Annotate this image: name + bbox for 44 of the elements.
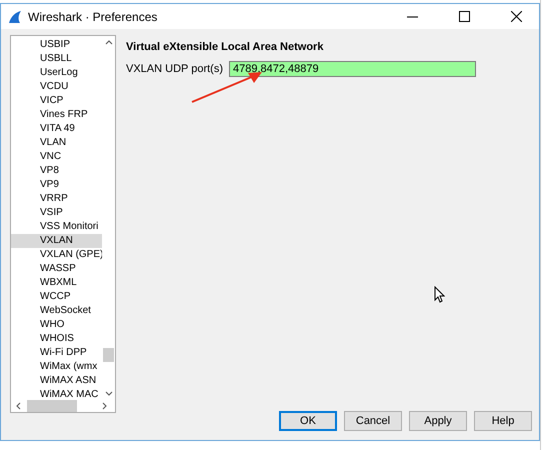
protocol-item[interactable]: WiMAX ASN [11, 374, 102, 388]
protocol-item[interactable]: WebSocket [11, 304, 102, 318]
protocol-item[interactable]: WCCP [11, 290, 102, 304]
window-title: Wireshark · Preferences [28, 10, 158, 24]
scroll-right-icon[interactable] [102, 402, 107, 410]
protocol-item[interactable]: VXLAN [11, 234, 102, 248]
protocol-item[interactable]: VITA 49 [11, 122, 102, 136]
protocol-item[interactable]: WiMax (wmx [11, 360, 102, 374]
protocol-item[interactable]: VLAN [11, 136, 102, 150]
protocol-item[interactable]: VNC [11, 150, 102, 164]
scrollbar-thumb[interactable] [103, 348, 114, 362]
protocol-item[interactable]: WHOIS [11, 332, 102, 346]
scroll-left-icon[interactable] [16, 402, 21, 410]
close-icon[interactable] [510, 11, 522, 22]
protocol-item[interactable]: VP9 [11, 178, 102, 192]
protocol-item[interactable]: Vines FRP [11, 108, 102, 122]
protocol-item[interactable]: USBLL [11, 52, 102, 66]
protocol-item[interactable]: VICP [11, 94, 102, 108]
field-label: VXLAN UDP port(s) [126, 63, 223, 75]
protocol-item[interactable]: VXLAN (GPE) [11, 248, 102, 262]
protocol-item[interactable]: WHO [11, 318, 102, 332]
dialog-button[interactable]: Cancel [344, 411, 402, 431]
protocol-item[interactable]: VSS Monitori [11, 220, 102, 234]
port-field[interactable]: 4789,8472,48879 [229, 61, 476, 77]
protocol-item[interactable]: WBXML [11, 276, 102, 290]
protocol-item[interactable]: VRRP [11, 192, 102, 206]
protocol-item[interactable]: WASSP [11, 262, 102, 276]
protocol-item[interactable]: VP8 [11, 164, 102, 178]
dialog-button[interactable]: Help [474, 411, 532, 431]
protocol-item[interactable]: VSIP [11, 206, 102, 220]
scroll-up-icon[interactable] [104, 40, 112, 45]
protocol-item[interactable]: Wi-Fi DPP [11, 346, 102, 360]
scrollbar-thumb[interactable] [27, 400, 77, 412]
section-heading: Virtual eXtensible Local Area Network [126, 41, 324, 53]
dialog-button[interactable]: OK [279, 411, 337, 431]
protocol-item[interactable]: USBIP [11, 38, 102, 52]
protocol-item[interactable]: UserLog [11, 66, 102, 80]
maximize-icon[interactable] [458, 11, 470, 22]
scroll-down-icon[interactable] [104, 391, 112, 396]
dialog-button[interactable]: Apply [409, 411, 467, 431]
protocol-item[interactable]: WiMAX MAC [11, 388, 102, 402]
app-icon [8, 10, 22, 24]
mouse-cursor-icon [434, 286, 445, 303]
protocol-item[interactable]: VCDU [11, 80, 102, 94]
